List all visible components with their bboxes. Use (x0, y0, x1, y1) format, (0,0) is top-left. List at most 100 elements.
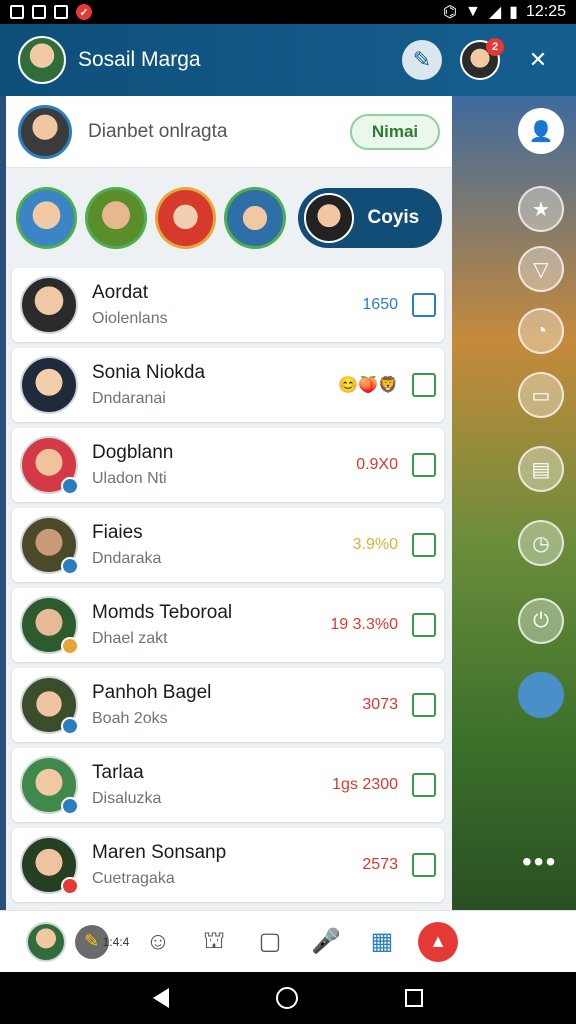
contact-subtitle: Disaluzka (92, 790, 162, 807)
close-button[interactable]: ✕ (518, 40, 558, 80)
story-item[interactable] (224, 187, 286, 249)
clipboard-icon: ▦ (370, 928, 394, 955)
contact-subtitle: Uladon Nti (92, 470, 167, 487)
smile-icon: ☺ (145, 927, 171, 955)
list-item[interactable]: Panhoh Bagel Boah 2oks 3073 (12, 668, 444, 742)
nav-chat[interactable]: ▢ (242, 920, 298, 964)
contact-subtitle: Cuetragaka (92, 870, 175, 887)
stories-row: Coyis (6, 176, 452, 260)
contact-meta: 1gs 2300 (332, 776, 398, 793)
image-icon (10, 5, 24, 19)
share-icon[interactable] (412, 613, 436, 637)
recents-icon[interactable] (404, 989, 423, 1007)
wifi-icon: ▼ (464, 3, 481, 20)
avatar (20, 836, 79, 895)
share-icon[interactable] (412, 773, 436, 797)
contact-meta: 0.9X0 (356, 456, 398, 473)
story-item[interactable] (154, 187, 217, 249)
side-star-button[interactable]: ★ (518, 186, 564, 232)
system-nav-bar (0, 972, 576, 1024)
contact-name: Momds Teboroal (92, 602, 233, 623)
contact-meta: 2573 (362, 856, 398, 873)
contact-name: Dogblann (92, 442, 174, 463)
red-alert-icon: ▲ (418, 921, 458, 962)
app-header: Sosail Marga ✎ 2 ✕ (0, 24, 576, 96)
side-card-button[interactable]: ▭ (518, 372, 564, 418)
bug-icon: ⌬ (443, 4, 457, 21)
story-item[interactable] (16, 187, 78, 249)
more-icon[interactable]: ••• (522, 846, 557, 878)
list-item[interactable]: Aordat Oiolenlans 1650 (12, 268, 444, 342)
contact-subtitle: Oiolenlans (92, 310, 168, 327)
status-bar: ✓ ⌬ ▼ ◢ ▮ 12:25 (0, 0, 576, 24)
side-power-button[interactable]: ⏻ (518, 598, 564, 644)
app-title: Sosail Marga (78, 48, 201, 71)
card-icon: ▭ (531, 384, 551, 407)
save-icon (32, 5, 46, 19)
search-input[interactable]: Dianbet onlragta (88, 121, 227, 143)
story-pill[interactable]: Coyis (297, 188, 442, 248)
list-item[interactable]: Sonia Niokda Dndaranai 😊🍑🦁 (12, 348, 444, 422)
contact-name: Maren Sonsanp (92, 842, 227, 863)
share-icon[interactable] (412, 533, 436, 557)
nav-people[interactable]: ⛫ (186, 920, 242, 964)
list-item[interactable]: Tarlaa Disaluzka 1gs 2300 (12, 748, 444, 822)
contact-meta: 3.9%0 (352, 536, 398, 553)
nav-smile[interactable]: ☺ (130, 920, 186, 964)
share-icon[interactable] (412, 693, 436, 717)
pin-icon: ✎ (412, 47, 432, 72)
contact-name: Sonia Niokda (92, 362, 206, 383)
share-icon[interactable] (412, 453, 436, 477)
signal-icon: ◢ (488, 4, 502, 21)
tv-icon: ▤ (531, 458, 551, 481)
back-icon[interactable] (153, 988, 170, 1008)
contact-subtitle: Dndaraka (92, 550, 162, 567)
clock: 12:25 (525, 3, 566, 20)
profile-button[interactable]: 2 (460, 38, 504, 80)
avatar (20, 676, 79, 735)
side-orb-button[interactable] (518, 672, 564, 718)
avatar (20, 436, 79, 495)
nav-mic[interactable]: 🎤 (298, 920, 354, 964)
profile-avatar (26, 921, 66, 962)
list-item[interactable]: Dogblann Uladon Nti 0.9X0 (12, 428, 444, 502)
side-timer-button[interactable]: ◷ (518, 520, 564, 566)
list-item[interactable]: Momds Teboroal Dhael zakt 19 3.3%0 (12, 588, 444, 662)
list-item[interactable]: Maren Sonsanp Cuetragaka 2573 (12, 828, 444, 902)
people-icon: ⛫ (202, 926, 226, 954)
battery-icon: ▮ (509, 4, 518, 21)
contact-meta: 1650 (362, 296, 398, 313)
emoji-reactions-icon: 😊🍑🦁 (338, 377, 398, 394)
pin-button[interactable]: ✎ (402, 40, 442, 80)
contact-subtitle: Dndaranai (92, 390, 166, 407)
nav-alert[interactable]: ▲ (410, 920, 466, 964)
nav-clipboard[interactable]: ▦ (354, 920, 410, 964)
list-item[interactable]: Fiaies Dndaraka 3.9%0 (12, 508, 444, 582)
nav-pencil[interactable]: ✎ 1:4:4 (74, 920, 130, 964)
home-icon[interactable] (275, 987, 298, 1009)
avatar (20, 516, 79, 575)
power-icon: ⏻ (533, 609, 549, 632)
timer-icon: ◷ (532, 532, 550, 555)
contacts-panel: Dianbet onlragta Nimai Coyis Aordat Oiol… (6, 96, 452, 910)
side-tv-button[interactable]: ▤ (518, 446, 564, 492)
chat-icon: ▢ (258, 928, 282, 955)
story-item[interactable] (85, 187, 147, 249)
search-button[interactable]: Nimai (350, 113, 440, 150)
search-card: Dianbet onlragta Nimai (6, 96, 452, 168)
nav-profile[interactable] (18, 920, 74, 964)
gallery-icon (54, 5, 68, 19)
side-user-button[interactable]: 👤 (518, 108, 564, 154)
notification-icon: ✓ (76, 4, 92, 20)
side-filter-button[interactable]: ▽ (518, 246, 564, 292)
contact-subtitle: Boah 2oks (92, 710, 168, 727)
side-chat-button[interactable]: ◔ (518, 308, 564, 354)
share-icon[interactable] (412, 853, 436, 877)
bottom-nav: ✎ 1:4:4 ☺ ⛫ ▢ 🎤 ▦ ▲ (0, 910, 576, 972)
share-icon[interactable] (412, 373, 436, 397)
header-avatar[interactable] (18, 36, 66, 84)
edit-icon[interactable] (412, 293, 436, 317)
close-icon: ✕ (528, 47, 548, 72)
contact-subtitle: Dhael zakt (92, 630, 168, 647)
filter-icon: ▽ (533, 258, 549, 281)
